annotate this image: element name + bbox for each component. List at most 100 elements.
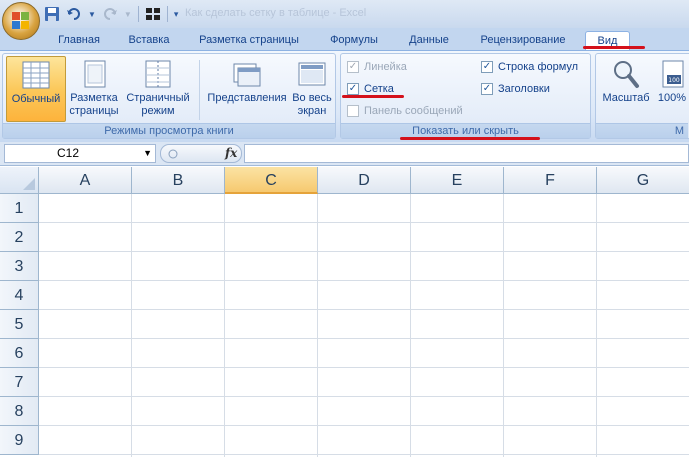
row-header-4[interactable]: 4 (0, 281, 39, 310)
gridline-vertical (410, 194, 411, 457)
highlight-underline-view (583, 46, 645, 49)
fullscreen-label-1: Во весь (292, 92, 332, 104)
undo-icon[interactable] (66, 6, 82, 22)
normal-view-button[interactable]: Обычный (6, 56, 66, 122)
message-bar-label: Панель сообщений (364, 105, 463, 117)
zoom-button[interactable]: Масштаб (599, 56, 653, 122)
page-layout-view-button[interactable]: Разметка страницы (67, 56, 121, 122)
expand-handle-icon[interactable] (167, 148, 179, 160)
ruler-checkbox[interactable]: ✓ (347, 61, 359, 73)
headings-label: Заголовки (498, 83, 550, 95)
zoom-label: Масштаб (602, 92, 650, 104)
select-all-corner[interactable] (0, 167, 39, 194)
tab-data[interactable]: Данные (398, 31, 460, 50)
gridline-horizontal (39, 338, 689, 339)
undo-dropdown-icon[interactable]: ▼ (88, 10, 96, 19)
quick-access-toolbar: ▼ ▼ ▾ (44, 4, 178, 24)
normal-view-label: Обычный (11, 93, 61, 105)
gridline-horizontal (39, 454, 689, 455)
row-header-9[interactable]: 9 (0, 426, 39, 455)
view-grid-icon[interactable] (145, 6, 161, 22)
zoom-100-button[interactable]: 100 100% (654, 56, 689, 122)
formula-bar-checkbox-row[interactable]: ✓ Строка формул (481, 59, 578, 75)
gridline-horizontal (39, 367, 689, 368)
page-break-view-button[interactable]: Страничный режим (122, 56, 194, 122)
tab-formulas[interactable]: Формулы (322, 31, 386, 50)
custom-views-label: Представления (207, 92, 287, 104)
zoom-100-icon-text: 100 (668, 77, 680, 84)
tab-review[interactable]: Рецензирование (472, 31, 574, 50)
column-header-a[interactable]: A (39, 167, 132, 194)
formula-bar: C12 ▼ fx (0, 142, 689, 166)
customize-qat-icon[interactable]: ▾ (174, 9, 179, 20)
column-header-d[interactable]: D (318, 167, 411, 194)
gridline-vertical (317, 194, 318, 457)
tab-home[interactable]: Главная (48, 31, 110, 50)
redo-icon[interactable] (102, 6, 118, 22)
column-header-f[interactable]: F (504, 167, 597, 194)
highlight-underline-show-hide (400, 137, 540, 140)
window-title: Как сделать сетку в таблице - Excel (185, 7, 367, 19)
message-bar-checkbox-row[interactable]: Панель сообщений (347, 103, 463, 119)
page-break-label-1: Страничный (126, 92, 190, 104)
select-all-icon (23, 178, 35, 190)
row-header-7[interactable]: 7 (0, 368, 39, 397)
page-break-label-2: режим (141, 105, 175, 117)
redo-dropdown-icon[interactable]: ▼ (124, 10, 132, 19)
highlight-underline-gridlines (342, 95, 404, 98)
zoom-100-icon: 100 (657, 59, 687, 89)
headings-checkbox[interactable]: ✓ (481, 83, 493, 95)
row-header-6[interactable]: 6 (0, 339, 39, 368)
column-header-c[interactable]: C (225, 167, 318, 194)
formula-tools: fx (160, 144, 242, 163)
worksheet-grid: ABCDEFG 123456789 (0, 167, 689, 457)
group-workbook-views: Обычный Разметка страницы Страничный реж… (2, 53, 336, 139)
headings-checkbox-row[interactable]: ✓ Заголовки (481, 81, 550, 97)
ruler-label: Линейка (364, 61, 407, 73)
page-layout-label-2: страницы (69, 105, 119, 117)
group-title-views: Режимы просмотра книги (3, 123, 335, 138)
message-bar-checkbox[interactable] (347, 105, 359, 117)
gridline-horizontal (39, 396, 689, 397)
custom-views-button[interactable]: Представления (203, 56, 291, 122)
gridline-horizontal (39, 309, 689, 310)
office-button[interactable] (2, 2, 40, 40)
row-header-8[interactable]: 8 (0, 397, 39, 426)
group-title-show-hide: Показать или скрыть (341, 123, 590, 138)
gridlines-checkbox[interactable]: ✓ (347, 83, 359, 95)
gridline-vertical (503, 194, 504, 457)
tab-insert[interactable]: Вставка (120, 31, 178, 50)
group-separator (199, 60, 200, 120)
page-break-icon (143, 59, 173, 89)
insert-function-button[interactable]: fx (225, 146, 237, 160)
formula-bar-label: Строка формул (498, 61, 579, 73)
gridline-vertical (224, 194, 225, 457)
magnifier-icon (611, 59, 641, 89)
gridline-vertical (131, 194, 132, 457)
qat-separator (137, 6, 139, 22)
row-header-3[interactable]: 3 (0, 252, 39, 281)
custom-views-icon (232, 59, 262, 89)
ruler-checkbox-row[interactable]: ✓ Линейка (347, 59, 407, 75)
name-box-dropdown-icon[interactable]: ▼ (143, 145, 152, 162)
group-zoom: Масштаб 100 100% М (595, 53, 689, 139)
gridline-horizontal (39, 280, 689, 281)
zoom-100-label: 100% (657, 92, 687, 104)
name-box[interactable]: C12 ▼ (4, 144, 156, 163)
group-title-zoom: М (596, 123, 688, 138)
fullscreen-label-2: экран (297, 105, 327, 117)
column-header-g[interactable]: G (597, 167, 689, 194)
tab-page-layout[interactable]: Разметка страницы (190, 31, 308, 50)
row-header-5[interactable]: 5 (0, 310, 39, 339)
save-icon[interactable] (44, 6, 60, 22)
page-layout-icon (79, 59, 109, 89)
gridline-horizontal (39, 251, 689, 252)
row-header-1[interactable]: 1 (0, 194, 39, 223)
page-layout-label-1: Разметка (70, 92, 118, 104)
formula-input[interactable] (244, 144, 689, 163)
fullscreen-button[interactable]: Во весь экран (290, 56, 334, 122)
column-header-e[interactable]: E (411, 167, 504, 194)
column-header-b[interactable]: B (132, 167, 225, 194)
row-header-2[interactable]: 2 (0, 223, 39, 252)
formula-bar-checkbox[interactable]: ✓ (481, 61, 493, 73)
